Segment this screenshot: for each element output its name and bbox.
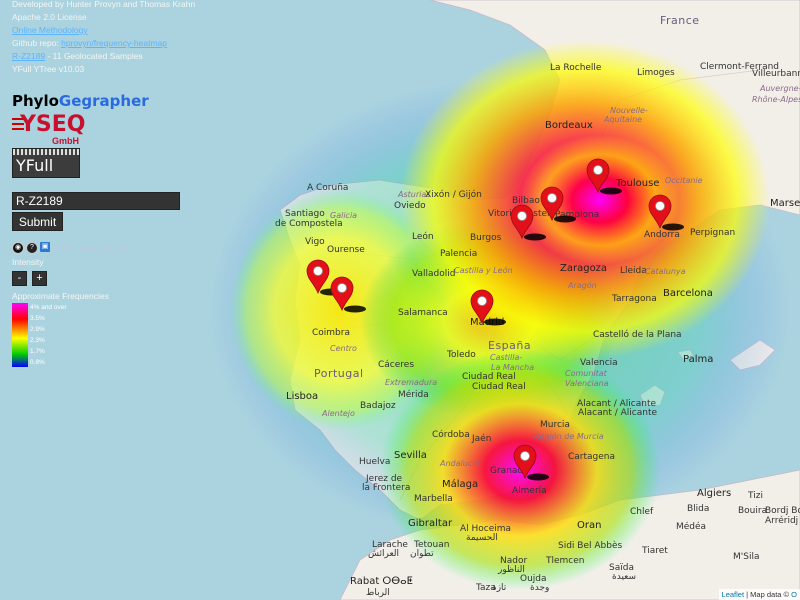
haplogroup-link[interactable]: R-Z2189: [12, 51, 45, 61]
legend-label: 2.9%: [30, 326, 45, 333]
marker-dot: [547, 193, 557, 203]
marker-dot: [520, 451, 530, 461]
map-marker-icon[interactable]: [330, 276, 366, 313]
map-attribution: Leaflet | Map data © O: [718, 589, 800, 600]
yseq-logo[interactable]: YSEQ GmbH: [12, 112, 92, 148]
github-link[interactable]: hprovyn/frequency-heatmap: [61, 38, 167, 48]
samples-line: R-Z2189 - 11 Geolocated Samples: [12, 51, 143, 61]
logo-text: grapher: [81, 92, 149, 110]
osm-link[interactable]: O: [791, 590, 797, 599]
haplogroup-input[interactable]: [12, 192, 180, 210]
map-marker-icon[interactable]: [540, 186, 576, 223]
marker-dot: [517, 211, 527, 221]
license-text: Apache 2.0 License: [12, 12, 87, 22]
map-marker-icon[interactable]: [586, 158, 622, 195]
logo-text: Ge: [58, 92, 82, 110]
marker-pin: [586, 158, 610, 194]
logo-text: Phylo: [12, 92, 59, 110]
marker-dot: [477, 296, 487, 306]
yseq-text: YSEQ: [20, 112, 86, 137]
help-icon[interactable]: ?: [26, 242, 38, 254]
map-marker-icon[interactable]: [513, 444, 549, 481]
marker-dot: [337, 283, 347, 293]
marker-shadow: [344, 305, 366, 313]
marker-shadow: [484, 318, 506, 326]
map-marker-icon[interactable]: [648, 194, 684, 231]
marker-shadow: [524, 233, 546, 241]
legend-label: 0.8%: [30, 359, 45, 366]
marker-pin: [648, 194, 672, 230]
leaflet-link[interactable]: Leaflet: [722, 590, 745, 599]
marker-pin: [510, 204, 534, 240]
intensity-plus-button[interactable]: +: [32, 271, 47, 286]
marker-shadow: [600, 187, 622, 195]
ytree-version: YFull YTree v10.03: [12, 64, 85, 74]
legend-label: 3.5%: [30, 315, 45, 322]
frequency-legend-title: Approximate Frequencies: [12, 291, 109, 301]
marker-shadow: [662, 223, 684, 231]
submit-button[interactable]: Submit: [12, 212, 63, 231]
yfull-logo-bars: [13, 149, 79, 155]
yfull-logo[interactable]: YFull: [12, 148, 80, 178]
map-marker-icon[interactable]: [510, 204, 546, 241]
marker-pin: [513, 444, 537, 480]
marker-dot: [313, 266, 323, 276]
marker-shadow: [554, 215, 576, 223]
globe-icon[interactable]: ◉: [12, 242, 24, 254]
map-marker-icon[interactable]: [470, 289, 506, 326]
marker-pin: [330, 276, 354, 312]
legend-label: 1.7%: [30, 348, 45, 355]
yseq-sub: GmbH: [52, 136, 79, 146]
frequency-legend-gradient: [12, 303, 28, 367]
diversity-map-icon[interactable]: ▣: [40, 242, 50, 252]
github-prefix: Github repo:: [12, 38, 62, 48]
marker-dot: [655, 201, 665, 211]
credit-text: Developed by Hunter Provyn and Thomas Kr…: [12, 0, 196, 9]
intensity-label: Intensity: [12, 257, 44, 267]
marker-pin: [540, 186, 564, 222]
legend-label: 2.3%: [30, 337, 45, 344]
marker-shadow: [527, 473, 549, 481]
marker-dot: [593, 165, 603, 175]
legend-label: 4% and over: [30, 304, 67, 311]
control-panel: Developed by Hunter Provyn and Thomas Kr…: [0, 0, 200, 600]
marker-pin: [306, 259, 330, 295]
attribution-separator: | Map data ©: [744, 590, 792, 599]
samples-text: - 11 Geolocated Samples: [45, 51, 143, 61]
yfull-text: YFull: [16, 156, 54, 175]
diversity-map-link[interactable]: NEW - Diversity Map: [54, 244, 133, 254]
github-line: Github repo: hprovyn/frequency-heatmap: [12, 38, 167, 48]
phylogeographer-logo[interactable]: PhyloGegrapher: [12, 92, 149, 110]
intensity-minus-button[interactable]: -: [12, 271, 27, 286]
methodology-link[interactable]: Online Methodology: [12, 25, 88, 35]
marker-pin: [470, 289, 494, 325]
